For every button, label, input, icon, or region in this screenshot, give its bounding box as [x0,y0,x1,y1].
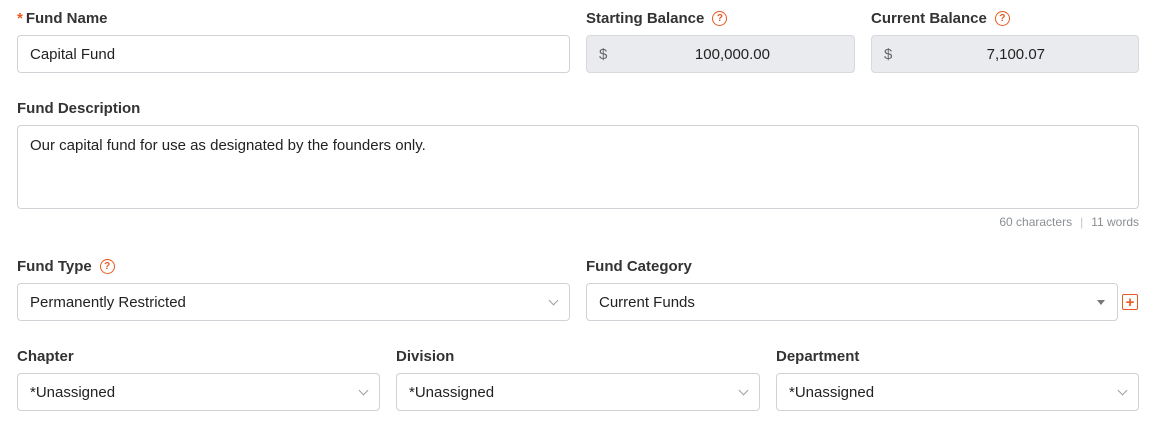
division-value: *Unassigned [409,383,495,401]
chapter-label-text: Chapter [17,348,74,365]
description-counter: 60 characters | 11 words [999,215,1139,229]
starting-balance-value: 100,000.00 [694,45,770,63]
fund-name-label: * Fund Name [17,10,108,27]
fund-description-textarea[interactable]: Our capital fund for use as designated b… [17,125,1139,209]
chevron-down-icon [548,295,559,305]
fund-type-label: Fund Type ? [17,258,115,275]
department-select[interactable]: *Unassigned [776,373,1139,411]
department-value: *Unassigned [789,383,875,401]
caret-down-icon [1097,299,1105,305]
chapter-select[interactable]: *Unassigned [17,373,380,411]
fund-category-select[interactable]: Current Funds [586,283,1118,321]
required-marker: * [17,10,23,27]
chevron-down-icon [738,385,749,395]
fund-type-help-icon[interactable]: ? [99,259,115,274]
division-label-text: Division [396,348,455,365]
word-count: 11 words [1091,215,1139,229]
fund-type-select[interactable]: Permanently Restricted [17,283,570,321]
fund-category-label-text: Fund Category [586,258,692,275]
division-label: Division [396,348,454,365]
current-balance-label-text: Current Balance [871,10,987,27]
fund-category-label: Fund Category [586,258,692,275]
division-select[interactable]: *Unassigned [396,373,760,411]
add-fund-category-button[interactable]: + [1122,294,1138,310]
counter-separator: | [1080,215,1084,229]
fund-name-label-text: Fund Name [25,10,108,27]
starting-balance-label: Starting Balance ? [586,10,728,27]
current-balance-help-icon[interactable]: ? [994,11,1010,26]
department-label: Department [776,348,859,365]
chevron-down-icon [1117,385,1128,395]
fund-description-value: Our capital fund for use as designated b… [30,137,426,154]
fund-type-label-text: Fund Type [17,258,92,275]
character-count: 60 characters [999,215,1073,229]
current-balance-label: Current Balance ? [871,10,1010,27]
fund-description-label: Fund Description [17,100,140,117]
starting-balance-currency: $ [599,45,608,63]
department-label-text: Department [776,348,860,365]
chapter-value: *Unassigned [30,383,116,401]
fund-category-value: Current Funds [599,293,695,311]
starting-balance-label-text: Starting Balance [586,10,705,27]
fund-description-label-text: Fund Description [17,100,141,117]
fund-name-value: Capital Fund [30,45,116,63]
chapter-label: Chapter [17,348,74,365]
fund-name-input[interactable]: Capital Fund [17,35,570,73]
current-balance-field: $ 7,100.07 [871,35,1139,73]
starting-balance-help-icon[interactable]: ? [712,11,728,26]
starting-balance-field: $ 100,000.00 [586,35,855,73]
current-balance-currency: $ [884,45,893,63]
fund-type-value: Permanently Restricted [30,293,186,311]
current-balance-value: 7,100.07 [986,45,1045,63]
chevron-down-icon [358,385,369,395]
